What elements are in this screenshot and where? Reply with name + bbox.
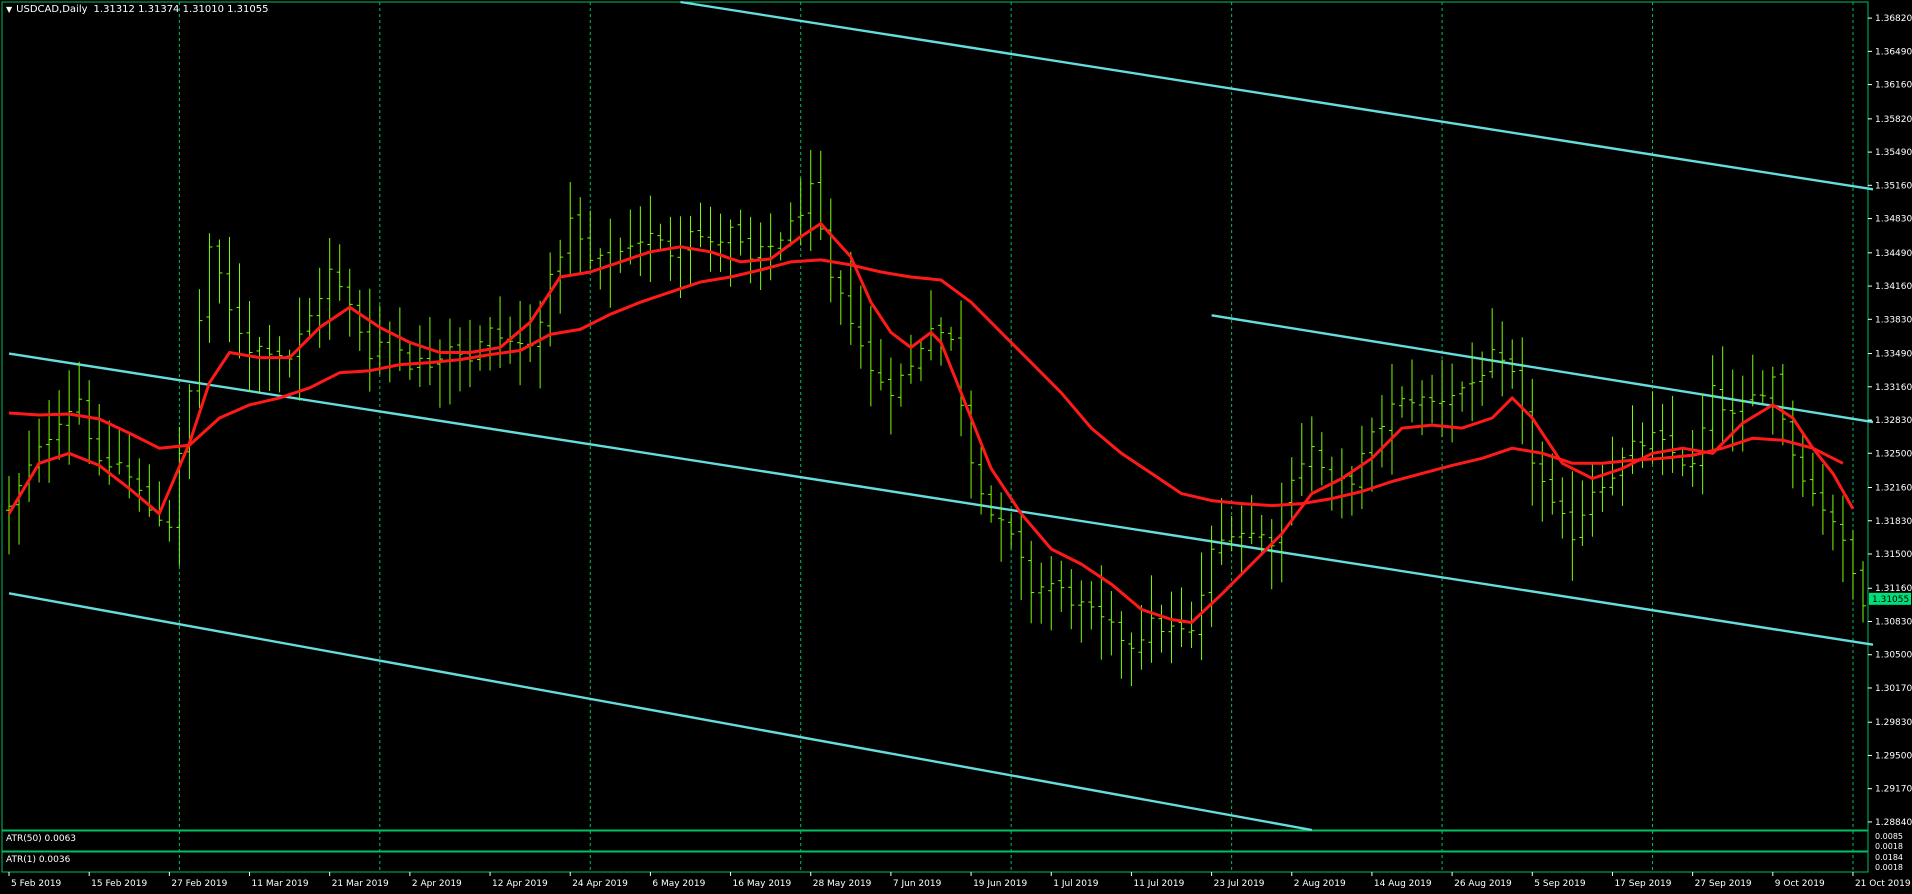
- channel-line: [8, 592, 1313, 832]
- time-axis-label: 21 Mar 2019: [332, 879, 389, 889]
- time-axis-label: 1 Jul 2019: [1053, 879, 1098, 889]
- time-axis-label: 27 Feb 2019: [171, 879, 227, 889]
- price-axis-label: 1.29500: [1875, 751, 1912, 761]
- atr1-pane-frame: [1, 851, 1869, 873]
- time-axis-label: 11 Jul 2019: [1133, 879, 1184, 889]
- price-axis-label: 1.35490: [1875, 148, 1912, 158]
- atr1-label: ATR(1) 0.0036: [6, 855, 71, 865]
- price-axis-label: 1.29830: [1875, 718, 1912, 728]
- chart-header: ▼ USDCAD,Daily 1.31312 1.31374 1.31010 1.3…: [6, 4, 268, 15]
- price-axis-label: 1.36820: [1875, 14, 1912, 24]
- time-axis-label: 11 Mar 2019: [252, 879, 309, 889]
- price-axis-label: 1.32830: [1875, 416, 1912, 426]
- time-axis[interactable]: 5 Feb 2019 15 Feb 2019 27 Feb 2019 11 Mar 2…: [8, 872, 1911, 889]
- moving-averages: [7, 222, 1855, 624]
- collapse-triangle-icon[interactable]: ▼: [6, 5, 12, 14]
- atr50-pane-frame: [1, 830, 1869, 852]
- price-axis-label: 1.30500: [1875, 651, 1912, 661]
- price-axis-label: 1.33830: [1875, 315, 1912, 325]
- current-price-tag: 1.31055: [1869, 592, 1911, 605]
- fast-moving-average-line: [7, 222, 1855, 624]
- price-axis-label: 1.36160: [1875, 81, 1912, 91]
- time-axis-label: 19 Jun 2019: [973, 879, 1027, 889]
- price-bars: [6, 150, 1866, 687]
- price-axis[interactable]: 1.36820 1.36490 1.36160 1.35820 1.35490 1.351…: [1868, 14, 1912, 828]
- current-price-tag-text: 1.31055: [1872, 595, 1909, 605]
- time-axis-label: 24 Apr 2019: [572, 879, 628, 889]
- time-axis-label: 2 Aug 2019: [1294, 879, 1346, 889]
- price-axis-label: 1.33490: [1875, 350, 1912, 360]
- price-axis-label: 1.30170: [1875, 684, 1912, 694]
- indicator-scale-low: 0.0018: [1875, 842, 1903, 851]
- time-axis-label: 23 Jul 2019: [1214, 879, 1265, 889]
- indicator-scale-low: 0.0018: [1875, 863, 1903, 872]
- main-plot-frame: [1, 1, 1869, 831]
- price-axis-label: 1.36490: [1875, 47, 1912, 57]
- slow-moving-average-line: [8, 258, 1844, 508]
- time-axis-label: 12 Apr 2019: [492, 879, 548, 889]
- indicator-scale-high: 0.0184: [1875, 853, 1903, 862]
- time-axis-label: 27 Sep 2019: [1695, 879, 1752, 889]
- time-axis-label: 21 Oct 2019: [1855, 879, 1911, 889]
- price-axis-label: 1.34160: [1875, 282, 1912, 292]
- price-axis-label: 1.31830: [1875, 517, 1912, 527]
- channel-line: [8, 352, 1874, 646]
- price-axis-label: 1.31160: [1875, 584, 1912, 594]
- indicator-axes: 0.00850.00180.01840.0018: [1875, 832, 1903, 872]
- symbol-label: USDCAD,Daily: [16, 4, 88, 15]
- time-axis-label: 15 Feb 2019: [91, 879, 147, 889]
- time-axis-label: 17 Sep 2019: [1614, 879, 1671, 889]
- time-axis-label: 5 Feb 2019: [11, 879, 62, 889]
- time-axis-label: 14 Aug 2019: [1374, 879, 1432, 889]
- price-axis-label: 1.34490: [1875, 249, 1912, 259]
- time-axis-label: 7 Jun 2019: [893, 879, 942, 889]
- price-axis-label: 1.30830: [1875, 617, 1912, 627]
- ohlc-values: 1.31312 1.31374 1.31010 1.31055: [93, 4, 269, 15]
- time-axis-label: 28 May 2019: [813, 879, 872, 889]
- chart-canvas[interactable]: 1.36820 1.36490 1.36160 1.35820 1.35490 1.351…: [0, 0, 1912, 894]
- price-axis-label: 1.33160: [1875, 383, 1912, 393]
- time-axis-label: 6 May 2019: [652, 879, 705, 889]
- price-axis-label: 1.32500: [1875, 449, 1912, 459]
- time-axis-label: 16 May 2019: [733, 879, 792, 889]
- price-axis-label: 1.31500: [1875, 550, 1912, 560]
- price-axis-label: 1.34830: [1875, 215, 1912, 225]
- time-axis-label: 2 Apr 2019: [412, 879, 462, 889]
- price-axis-label: 1.28840: [1875, 818, 1912, 828]
- channel-line: [680, 0, 1874, 191]
- time-axis-label: 26 Aug 2019: [1454, 879, 1512, 889]
- atr50-label: ATR(50) 0.0063: [6, 834, 77, 844]
- time-axis-label: 9 Oct 2019: [1775, 879, 1825, 889]
- price-axis-label: 1.35160: [1875, 181, 1912, 191]
- time-axis-label: 5 Sep 2019: [1534, 879, 1586, 889]
- trend-channel-lines[interactable]: [8, 0, 1874, 832]
- price-axis-label: 1.32160: [1875, 484, 1912, 494]
- price-axis-label: 1.35820: [1875, 115, 1912, 125]
- price-axis-label: 1.29170: [1875, 785, 1912, 795]
- indicator-scale-high: 0.0085: [1875, 832, 1903, 841]
